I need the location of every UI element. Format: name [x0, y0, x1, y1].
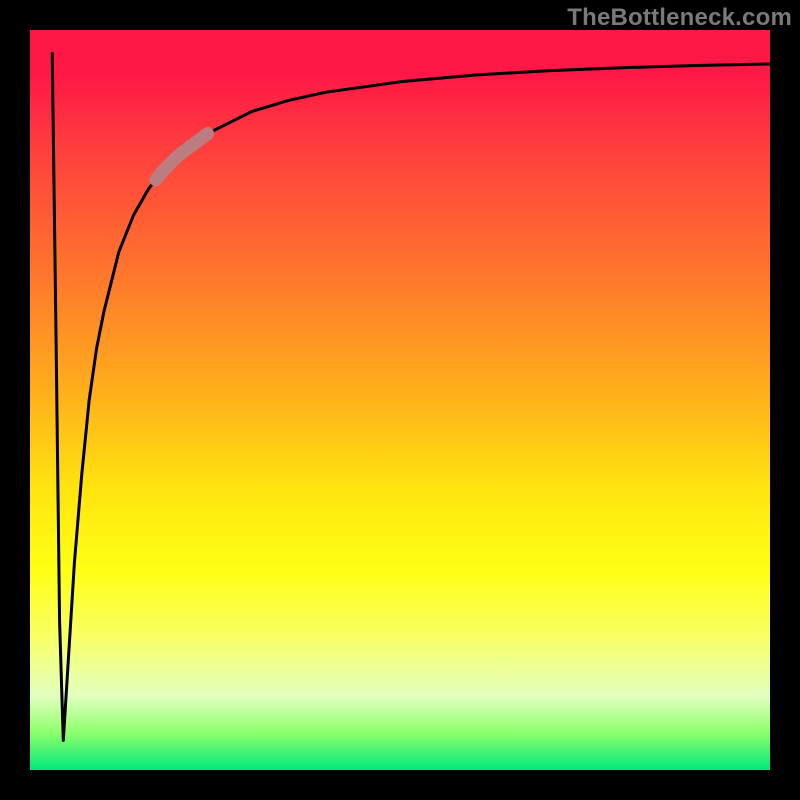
highlight-segment-path — [156, 134, 208, 180]
bottleneck-curve-path — [52, 52, 770, 740]
chart-frame: TheBottleneck.com — [0, 0, 800, 800]
curve-svg — [30, 30, 770, 770]
plot-area — [30, 30, 770, 770]
watermark-text: TheBottleneck.com — [567, 4, 792, 32]
